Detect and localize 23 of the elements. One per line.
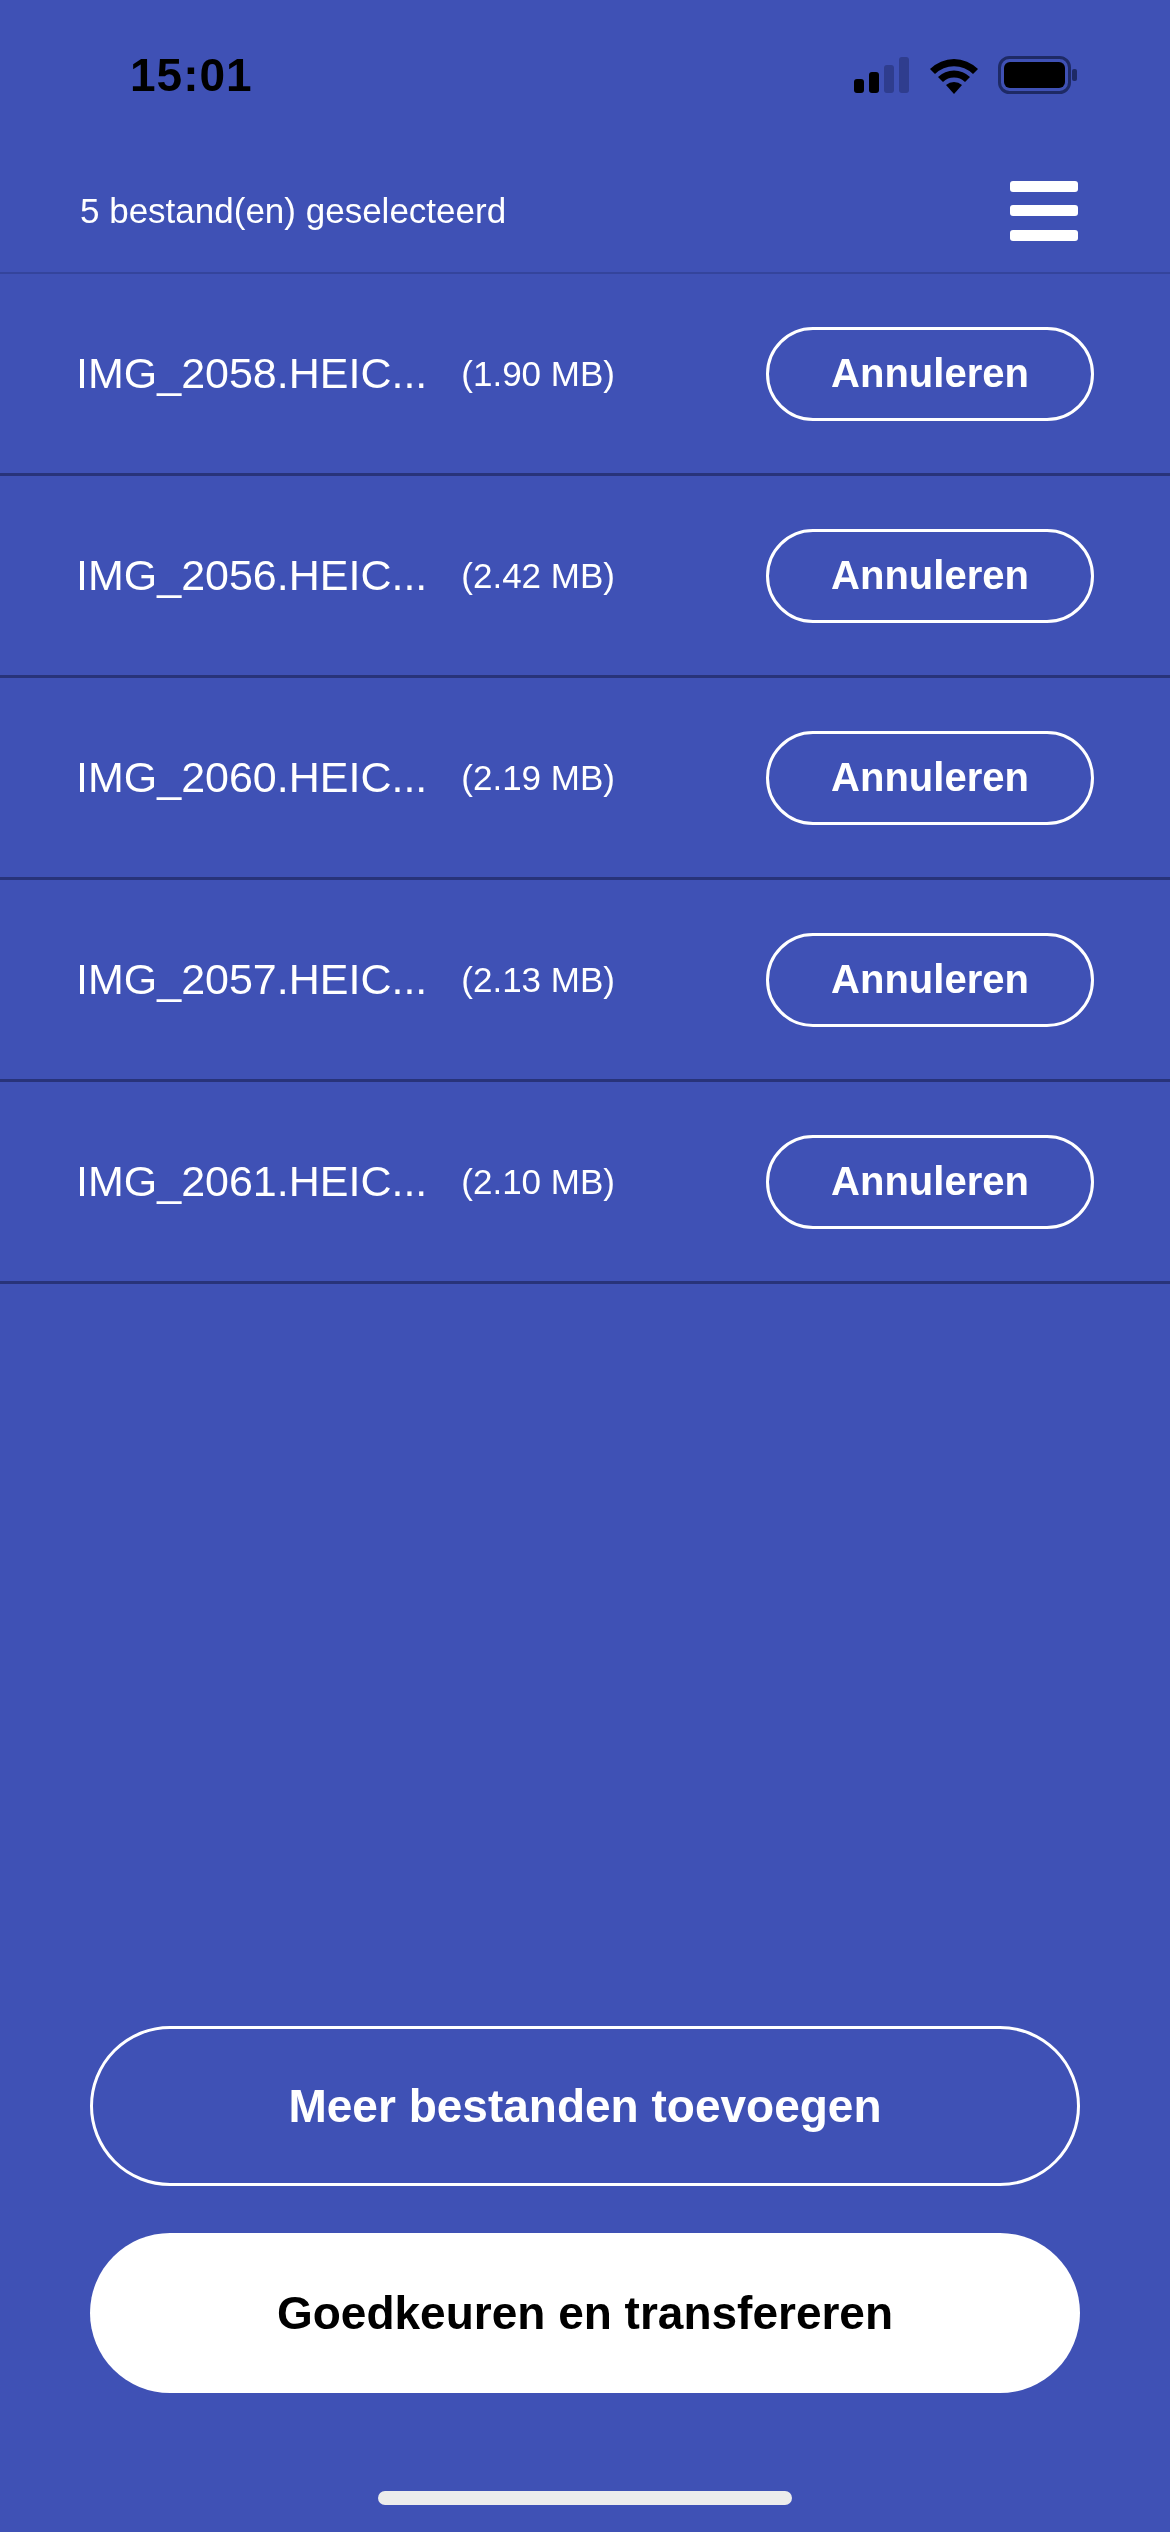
cancel-button[interactable]: Annuleren <box>766 528 1094 623</box>
file-name: IMG_2058.HEIC... <box>76 349 428 398</box>
add-files-button[interactable]: Meer bestanden toevoegen <box>90 2026 1080 2186</box>
file-size: (2.19 MB) <box>461 757 615 798</box>
file-size: (2.42 MB) <box>461 555 615 596</box>
cancel-button[interactable]: Annuleren <box>766 730 1094 825</box>
status-time: 15:01 <box>130 48 253 102</box>
approve-transfer-button[interactable]: Goedkeuren en transfereren <box>90 2233 1080 2393</box>
wifi-icon <box>928 56 980 94</box>
battery-icon <box>998 56 1078 94</box>
file-name: IMG_2061.HEIC... <box>76 1157 428 1206</box>
cancel-button[interactable]: Annuleren <box>766 1134 1094 1229</box>
file-name: IMG_2057.HEIC... <box>76 955 428 1004</box>
cancel-button[interactable]: Annuleren <box>766 326 1094 421</box>
cancel-button[interactable]: Annuleren <box>766 932 1094 1027</box>
file-size: (2.13 MB) <box>461 959 615 1000</box>
file-size: (2.10 MB) <box>461 1161 615 1202</box>
file-size: (1.90 MB) <box>461 353 615 394</box>
file-name: IMG_2056.HEIC... <box>76 551 428 600</box>
selection-count-title: 5 bestand(en) geselecteerd <box>80 191 507 231</box>
menu-icon[interactable] <box>1010 181 1078 241</box>
file-name: IMG_2060.HEIC... <box>76 753 428 802</box>
signal-icon <box>854 57 910 93</box>
